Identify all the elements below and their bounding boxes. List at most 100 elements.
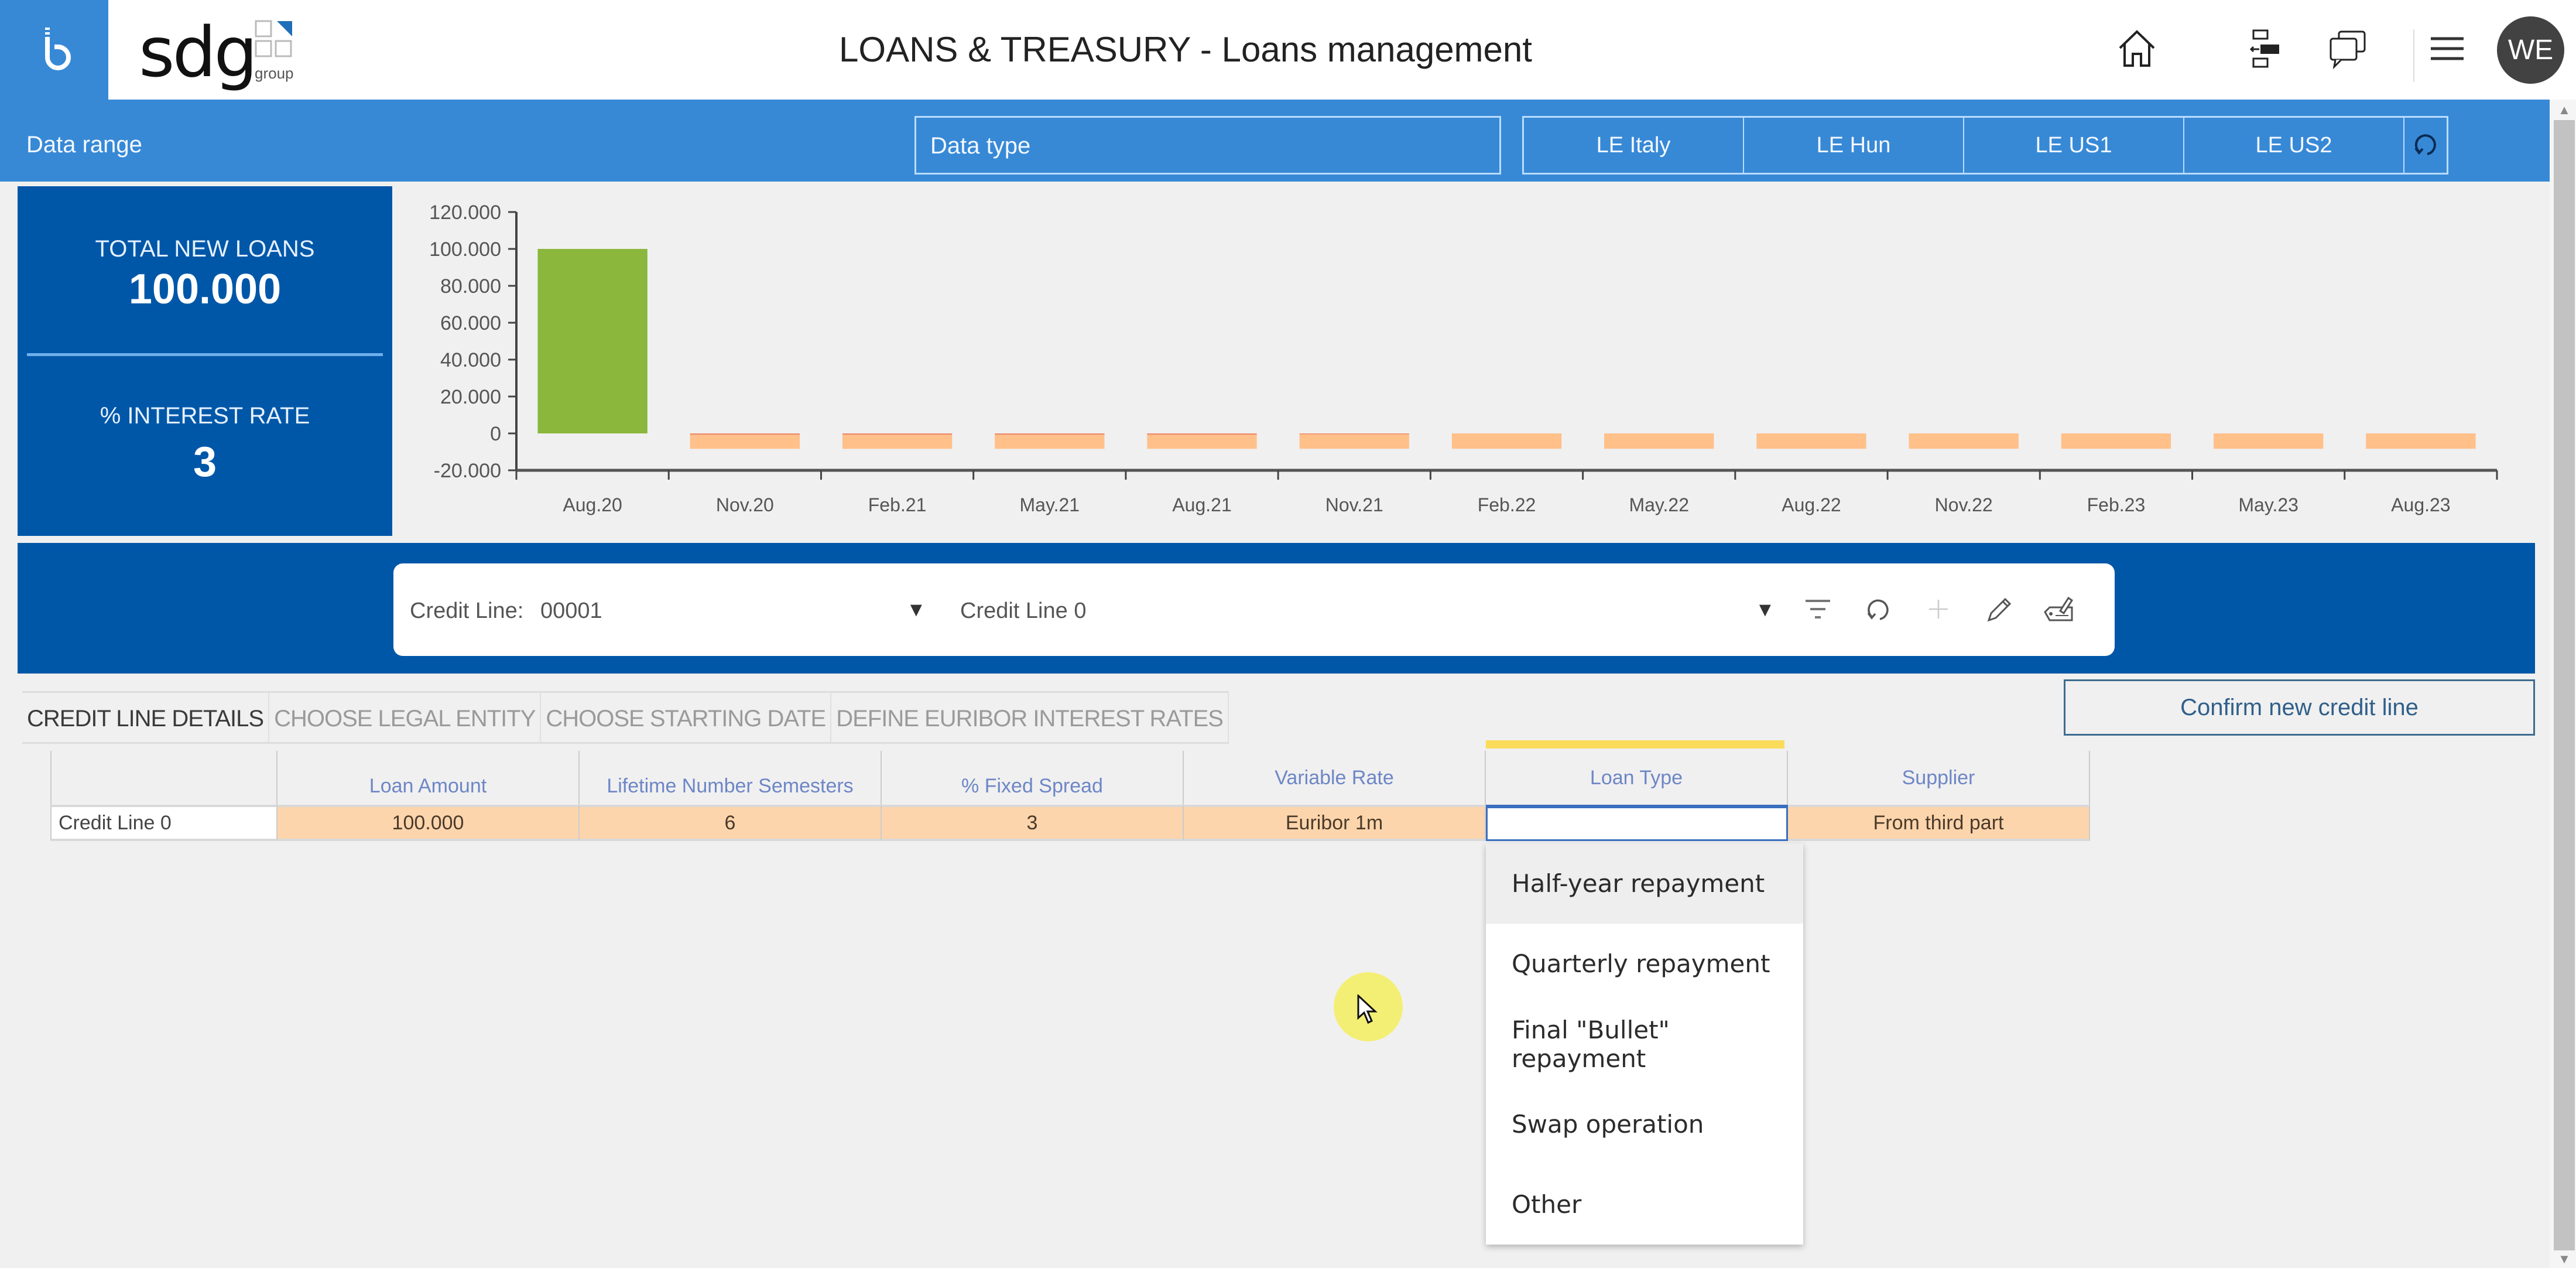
column-header-variable-rate[interactable]: Variable Rate [1184,751,1486,805]
cell-loan-type-input[interactable] [1486,805,1788,841]
chevron-down-icon[interactable]: ▼ [906,599,926,621]
bar-interest [1299,433,1409,435]
brand-logo: sdg group [138,12,313,94]
undo-icon [1864,594,1893,627]
credit-line-toolbar [393,563,2115,656]
credit-line-label: Credit Line: [410,599,524,623]
cell-loan-amount[interactable]: 100.000 [278,805,580,841]
credit-line-name-select[interactable]: Credit Line 0 [960,599,1086,624]
cell-supplier[interactable]: From third part [1788,805,2090,841]
y-tick-label: 60.000 [440,312,501,334]
le-us1-button[interactable]: LE US1 [1964,118,2184,173]
interest-rate-label: % INTEREST RATE [100,403,310,429]
le-italy-button[interactable]: LE Italy [1524,118,1744,173]
cell-lifetime-semesters[interactable]: 6 [580,805,882,841]
y-tick-label: -20.000 [434,460,501,482]
page-title: LOANS & TREASURY - Loans management [839,30,1532,69]
home-button[interactable] [2113,26,2160,73]
x-tick-label: Aug.23 [2391,494,2450,515]
tab-credit-line-details[interactable]: CREDIT LINE DETAILS [22,693,270,742]
option-other[interactable]: Other [1486,1164,1803,1245]
x-tick-label: Nov.21 [1325,494,1383,515]
scrollbar-thumb[interactable] [2554,120,2575,1250]
bar-repayment [1909,433,2019,449]
column-header-fixed-spread[interactable]: % Fixed Spread [882,751,1184,805]
header-divider [2413,29,2414,82]
column-header-supplier[interactable]: Supplier [1788,751,2090,805]
y-tick-label: 120.000 [429,201,501,224]
option-bullet-repayment[interactable]: Final "Bullet" repayment [1486,1004,1803,1084]
x-tick-label: Feb.23 [2087,494,2146,515]
le-hun-button[interactable]: LE Hun [1744,118,1964,173]
bar-repayment [2366,433,2476,449]
bar-repayment [1756,433,1866,449]
bar-repayment [2061,433,2171,449]
mouse-cursor-icon [1357,993,1378,1028]
x-tick-label: Feb.22 [1478,494,1536,515]
app-logo[interactable] [0,0,108,100]
tab-define-euribor-rates[interactable]: DEFINE EURIBOR INTEREST RATES [831,693,1229,742]
x-tick-label: Aug.20 [563,494,622,515]
row-label: Credit Line 0 [50,805,278,841]
brand-name: sdg [139,12,258,93]
bar-repayment [1299,434,1409,449]
menu-icon [2428,34,2466,66]
y-tick-label: 40.000 [440,349,501,371]
tab-choose-starting-date[interactable]: CHOOSE STARTING DATE [541,693,832,742]
column-header-lifetime-semesters[interactable]: Lifetime Number Semesters [580,751,882,805]
bar-repayment [842,435,953,449]
undo-button[interactable] [1858,593,1899,628]
total-new-loans-label: TOTAL NEW LOANS [95,236,315,262]
bar-repayment [690,435,800,449]
x-tick-label: Nov.22 [1935,494,1993,515]
cell-variable-rate[interactable]: Euribor 1m [1184,805,1486,841]
user-avatar[interactable]: WE [2497,16,2564,84]
legal-entity-selector: LE Italy LE Hun LE US1 LE US2 [1522,116,2448,175]
kpi-panel: TOTAL NEW LOANS 100.000 % INTEREST RATE … [18,186,392,536]
y-tick-label: 80.000 [440,275,501,298]
y-tick-label: 100.000 [429,238,501,261]
chat-button[interactable] [2324,26,2371,73]
reset-filter-button[interactable] [2404,118,2447,173]
signature-icon [2043,594,2075,627]
bar-interest [1147,433,1257,435]
le-us2-button[interactable]: LE US2 [2184,118,2404,173]
loan-type-dropdown: Half-year repayment Quarterly repayment … [1486,843,1803,1245]
credit-line-code-select[interactable]: 00001 [540,599,602,624]
bar-repayment [995,435,1105,449]
bar-new-loans [537,249,648,433]
chevron-down-icon[interactable]: ▼ [1755,599,1775,621]
hierarchy-icon [2245,28,2286,72]
hierarchy-button[interactable] [2242,26,2289,73]
home-icon [2116,28,2157,72]
confirm-new-credit-line-button[interactable]: Confirm new credit line [2064,679,2535,736]
menu-button[interactable] [2424,26,2471,73]
scroll-up-arrow-icon[interactable]: ▲ [2553,102,2576,119]
column-header-loan-type[interactable]: Loan Type [1486,751,1788,805]
sign-button[interactable] [2039,593,2080,628]
edit-button[interactable] [1978,593,2019,628]
scroll-down-arrow-icon[interactable]: ▼ [2553,1252,2576,1268]
filter-button[interactable] [1797,593,1838,628]
cell-fixed-spread[interactable]: 3 [882,805,1184,841]
x-tick-label: Aug.21 [1172,494,1231,515]
x-tick-label: May.23 [2238,494,2298,515]
add-button[interactable] [1918,593,1959,628]
data-range-filter[interactable]: Data range [26,132,142,158]
brand-squares-icon [255,20,292,57]
interest-rate-value: 3 [193,439,217,486]
x-tick-label: Aug.22 [1782,494,1841,515]
x-tick-label: May.21 [1020,494,1080,515]
b-logo-icon [37,25,72,75]
data-type-filter[interactable]: Data type [914,116,1501,175]
bar-repayment [2213,433,2324,449]
column-header-loan-amount[interactable]: Loan Amount [278,751,580,805]
loans-chart: -20.000 0 20.000 40.000 60.000 80.000 100.000 1… [401,186,2535,536]
x-tick-label: May.22 [1629,494,1689,515]
option-half-year-repayment[interactable]: Half-year repayment [1486,843,1803,924]
bar-interest [690,433,800,435]
option-swap-operation[interactable]: Swap operation [1486,1084,1803,1164]
option-quarterly-repayment[interactable]: Quarterly repayment [1486,924,1803,1004]
bar-interest [842,433,953,435]
tab-choose-legal-entity[interactable]: CHOOSE LEGAL ENTITY [269,693,542,742]
